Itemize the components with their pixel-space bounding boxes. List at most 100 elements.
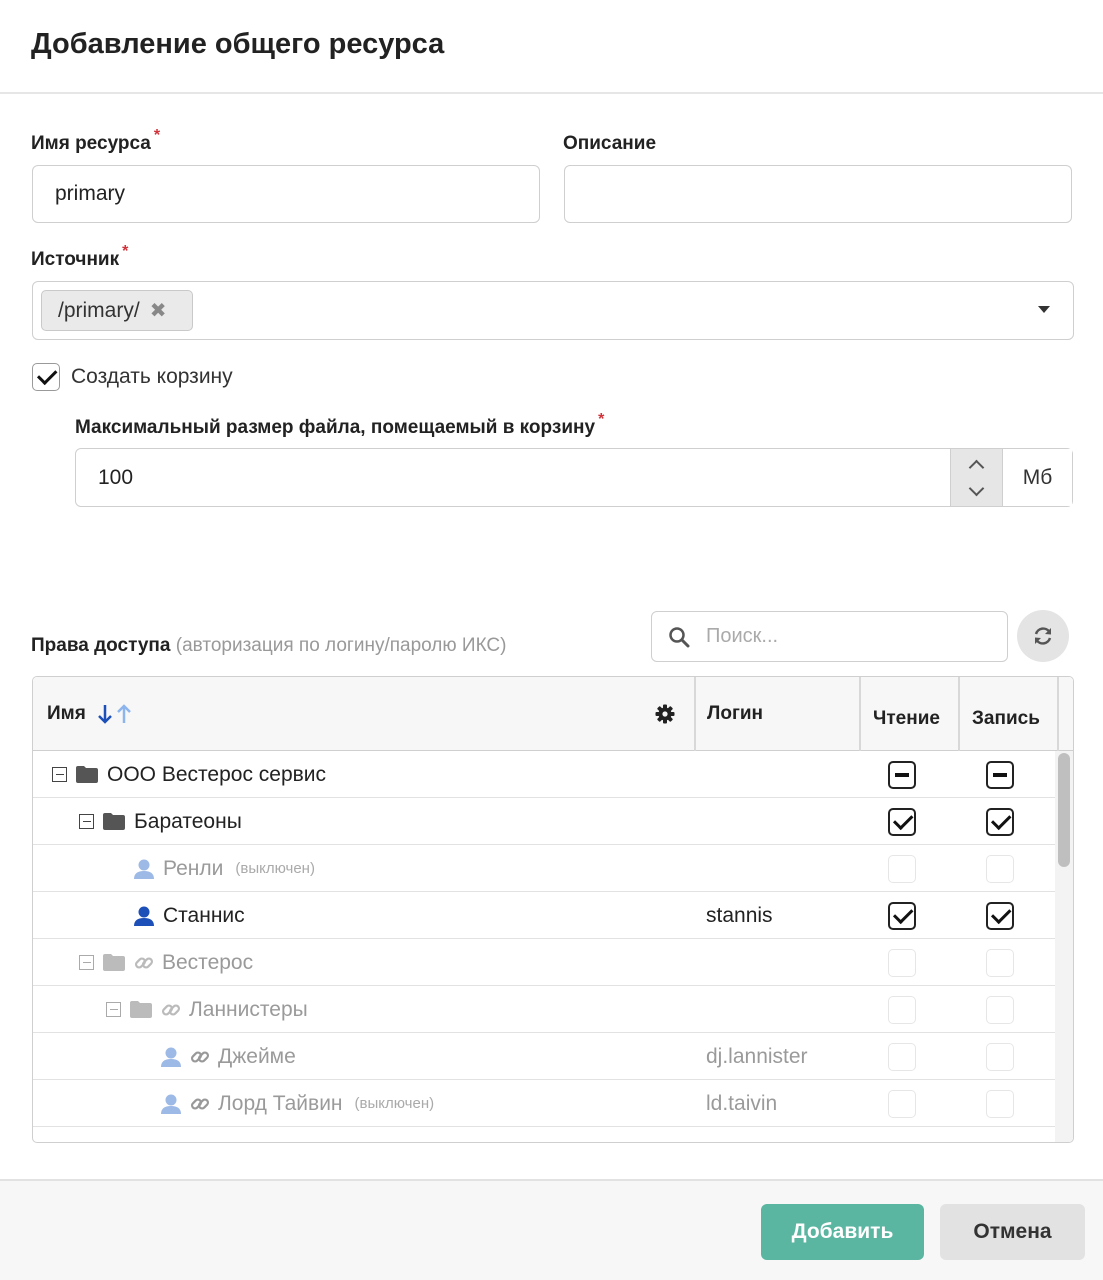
- search-icon: [669, 626, 690, 647]
- read-checkbox: [888, 949, 916, 977]
- write-checkbox: [986, 1043, 1014, 1071]
- source-tag-label: /primary/: [58, 298, 140, 322]
- table-row[interactable]: Вестерос: [33, 939, 1055, 986]
- remove-tag-icon[interactable]: ✖: [150, 298, 167, 323]
- user-icon: [161, 1094, 181, 1114]
- write-checkbox: [986, 1090, 1014, 1118]
- access-label-text: Права доступа: [31, 635, 171, 656]
- read-checkbox[interactable]: [888, 761, 916, 789]
- sort-icon[interactable]: [96, 703, 136, 725]
- table-row[interactable]: Баратеоны: [33, 798, 1055, 845]
- column-settings[interactable]: [655, 677, 675, 751]
- column-divider[interactable]: [1057, 677, 1059, 751]
- read-checkbox[interactable]: [888, 902, 916, 930]
- row-name-text: Вестерос: [162, 950, 254, 974]
- write-checkbox: [986, 949, 1014, 977]
- write-checkbox[interactable]: [986, 902, 1014, 930]
- table-header: Имя Логин Чтение Запись: [33, 677, 1073, 751]
- column-name-label: Имя: [47, 703, 86, 724]
- column-divider[interactable]: [859, 677, 861, 751]
- row-name: Баратеоны: [79, 798, 242, 845]
- row-name-text: Джейме: [218, 1044, 296, 1068]
- max-size-input[interactable]: [76, 449, 948, 506]
- table-row[interactable]: Ланнистеры: [33, 986, 1055, 1033]
- dropdown-caret-icon[interactable]: [1038, 306, 1050, 313]
- folder-icon: [130, 1001, 152, 1018]
- table-row[interactable]: Станнис stannis: [33, 892, 1055, 939]
- user-icon: [161, 1047, 181, 1067]
- create-bin-checkbox[interactable]: [32, 363, 60, 391]
- link-icon: [190, 1050, 210, 1063]
- row-login: stannis: [706, 903, 773, 927]
- row-name-text: Баратеоны: [134, 809, 242, 833]
- column-login-header[interactable]: Логин: [707, 677, 763, 751]
- collapse-icon[interactable]: [52, 767, 67, 782]
- folder-icon: [103, 813, 125, 830]
- table-row[interactable]: Лорд Тайвин (выключен) ld.taivin: [33, 1080, 1055, 1127]
- folder-icon: [76, 766, 98, 783]
- column-name-header[interactable]: Имя: [47, 677, 136, 751]
- search-input[interactable]: [706, 625, 986, 648]
- description-input[interactable]: [564, 165, 1072, 223]
- chevron-up-icon[interactable]: [968, 459, 985, 475]
- row-name-text: ООО Вестерос сервис: [107, 762, 327, 786]
- row-name-text: Станнис: [163, 903, 245, 927]
- refresh-button[interactable]: [1017, 610, 1069, 662]
- column-divider[interactable]: [694, 677, 696, 751]
- table-row[interactable]: Ренли (выключен): [33, 845, 1055, 892]
- user-icon: [134, 906, 154, 926]
- folder-icon: [103, 954, 125, 971]
- read-checkbox: [888, 855, 916, 883]
- dialog-header: Добавление общего ресурса: [0, 0, 1103, 94]
- row-name: Джейме: [160, 1033, 296, 1080]
- read-checkbox[interactable]: [888, 808, 916, 836]
- user-icon: [134, 859, 154, 879]
- column-write-header[interactable]: Запись: [972, 682, 1040, 756]
- write-checkbox: [986, 996, 1014, 1024]
- read-checkbox: [888, 1090, 916, 1118]
- cancel-button[interactable]: Отмена: [940, 1204, 1085, 1260]
- write-checkbox: [986, 855, 1014, 883]
- description-label: Описание: [563, 133, 657, 154]
- refresh-icon: [1034, 627, 1052, 645]
- link-icon: [134, 956, 154, 969]
- row-name-text: Ренли: [163, 856, 224, 880]
- search-box[interactable]: [651, 611, 1008, 662]
- add-button[interactable]: Добавить: [761, 1204, 924, 1260]
- resource-name-label: Имя ресурса *: [31, 127, 160, 155]
- link-icon: [190, 1097, 210, 1110]
- row-name: Станнис: [133, 892, 245, 939]
- source-tag: /primary/ ✖: [41, 290, 193, 331]
- write-checkbox[interactable]: [986, 808, 1014, 836]
- row-name: Ренли (выключен): [133, 845, 315, 892]
- disabled-note: (выключен): [235, 860, 315, 877]
- row-name-text: Лорд Тайвин: [218, 1091, 343, 1115]
- row-name-text: Ланнистеры: [189, 997, 308, 1021]
- collapse-icon[interactable]: [79, 955, 94, 970]
- link-icon: [161, 1003, 181, 1016]
- scrollbar-thumb[interactable]: [1058, 753, 1070, 867]
- max-size-stepper[interactable]: [950, 449, 1002, 506]
- table-row[interactable]: Джейме dj.lannister: [33, 1033, 1055, 1080]
- row-login: dj.lannister: [706, 1044, 808, 1068]
- disabled-note: (выключен): [354, 1095, 435, 1112]
- max-size-label-text: Максимальный размер файла, помещаемый в …: [75, 417, 596, 438]
- resource-name-label-text: Имя ресурса: [31, 133, 151, 154]
- table-row[interactable]: ООО Вестерос сервис: [33, 751, 1055, 798]
- write-checkbox[interactable]: [986, 761, 1014, 789]
- chevron-down-icon[interactable]: [968, 480, 985, 496]
- gear-icon[interactable]: [655, 704, 675, 724]
- column-read-header[interactable]: Чтение: [873, 682, 940, 756]
- collapse-icon[interactable]: [79, 814, 94, 829]
- resource-name-input[interactable]: [32, 165, 540, 223]
- read-checkbox: [888, 996, 916, 1024]
- row-name: Ланнистеры: [106, 986, 308, 1033]
- row-name: Лорд Тайвин (выключен): [160, 1080, 434, 1127]
- max-size-label: Максимальный размер файла, помещаемый в …: [75, 411, 604, 439]
- required-mark: *: [122, 243, 129, 260]
- read-checkbox: [888, 1043, 916, 1071]
- required-mark: *: [153, 127, 161, 144]
- collapse-icon[interactable]: [106, 1002, 121, 1017]
- column-divider[interactable]: [958, 677, 960, 751]
- source-label-text: Источник: [31, 249, 120, 270]
